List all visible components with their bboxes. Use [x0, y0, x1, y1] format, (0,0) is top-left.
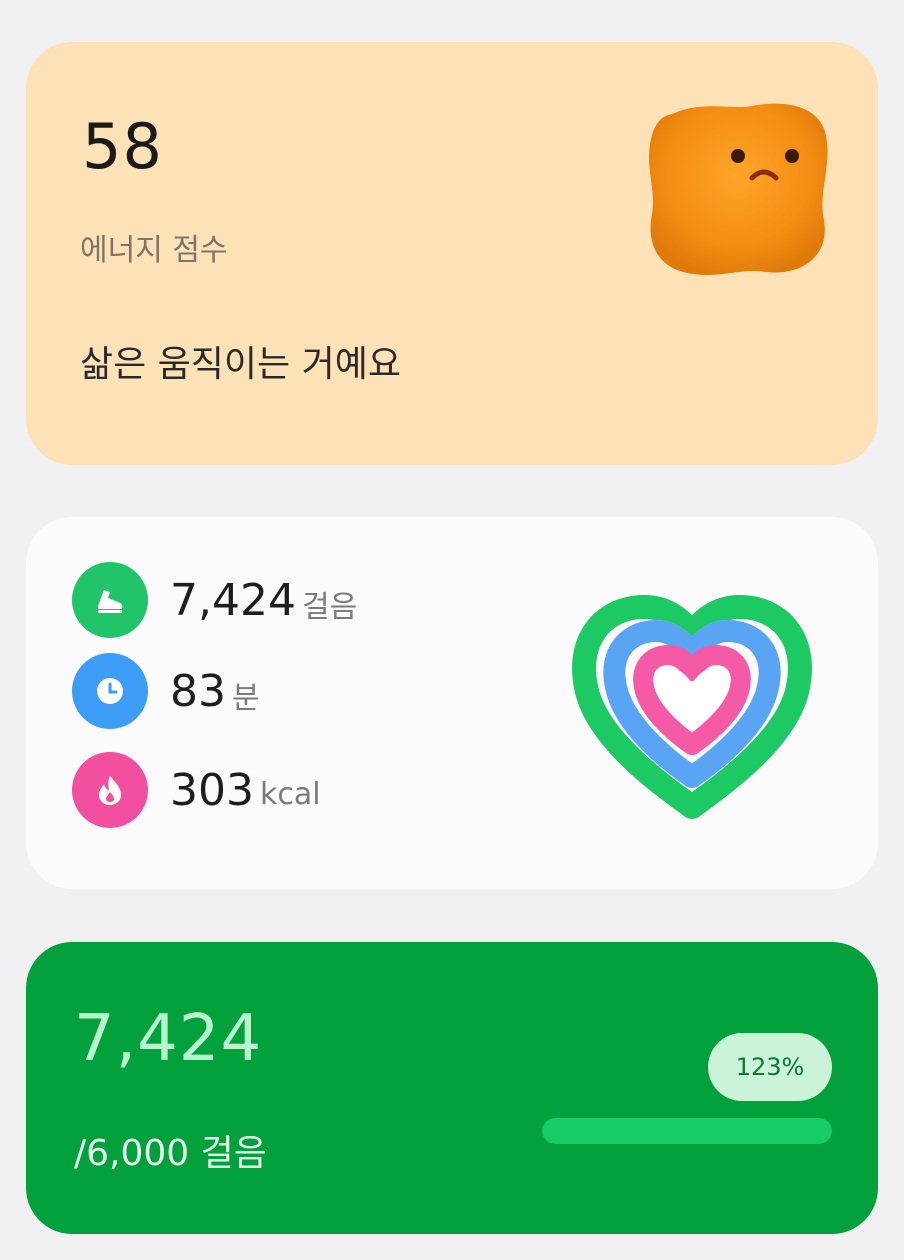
flame-icon: [72, 752, 148, 828]
energy-message: 삶은 움직이는 거예요: [80, 344, 401, 385]
fuzzy-orange-mascot-icon: [649, 103, 828, 275]
active-time-unit: 분: [232, 681, 260, 716]
steps-progress-fill: [542, 1118, 832, 1144]
active-time-row: 83 분: [72, 653, 260, 729]
steps-goal-text: /6,000 걸음: [74, 1133, 267, 1174]
activity-summary-card[interactable]: 7,424 걸음 83 분 303 kcal: [26, 517, 878, 889]
steps-progress-bar: [542, 1118, 832, 1144]
active-time-value: 83: [170, 665, 226, 717]
activity-heart-rings: [572, 595, 812, 819]
steps-percent-badge: 123%: [708, 1033, 832, 1101]
steps-goal-card[interactable]: 7,424 /6,000 걸음 123%: [26, 942, 878, 1234]
energy-score-value: 58: [82, 110, 163, 183]
energy-score-card[interactable]: 58 에너지 점수 삶은 움직이는 거예요: [26, 42, 878, 465]
steps-value: 7,424: [170, 574, 296, 626]
calories-unit: kcal: [259, 776, 321, 812]
steps-unit: 걸음: [301, 590, 358, 625]
calories-row: 303 kcal: [72, 752, 321, 828]
steps-row: 7,424 걸음: [72, 562, 357, 638]
steps-count: 7,424: [74, 1002, 263, 1076]
calories-value: 303: [170, 764, 254, 816]
clock-icon: [72, 653, 148, 729]
energy-score-label: 에너지 점수: [80, 233, 228, 268]
shoe-icon: [72, 562, 148, 638]
